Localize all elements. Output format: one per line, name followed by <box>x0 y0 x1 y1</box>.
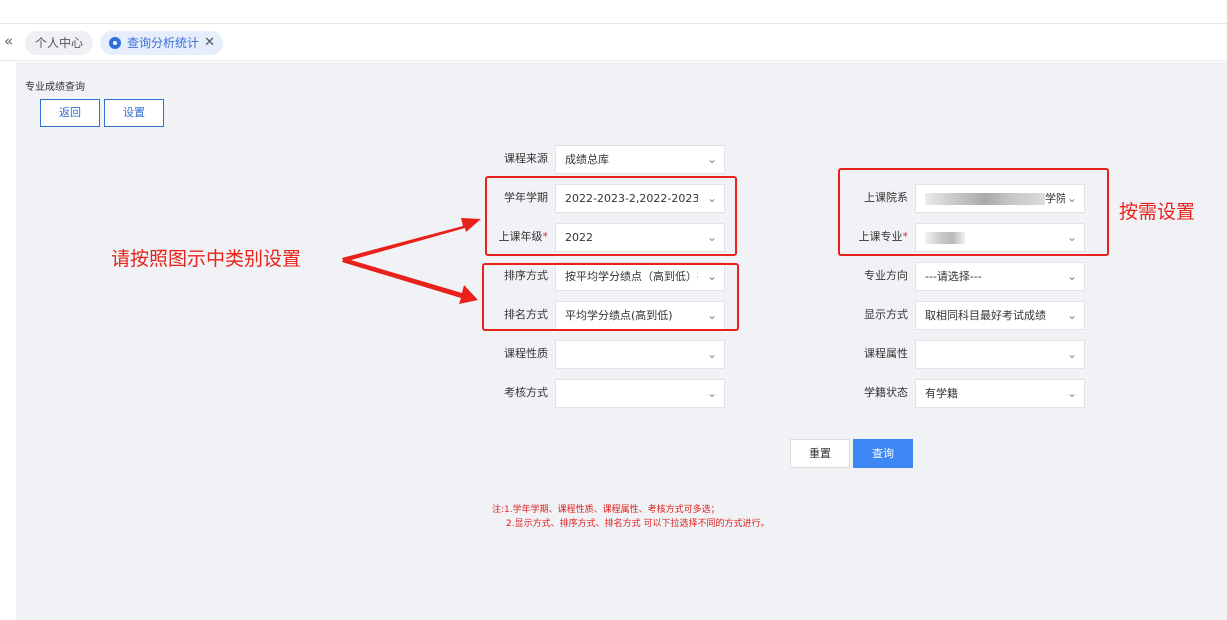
arrow-to-sort-box <box>342 258 478 304</box>
annotation-arrows <box>342 218 481 304</box>
arrow-to-term-box <box>342 218 481 262</box>
